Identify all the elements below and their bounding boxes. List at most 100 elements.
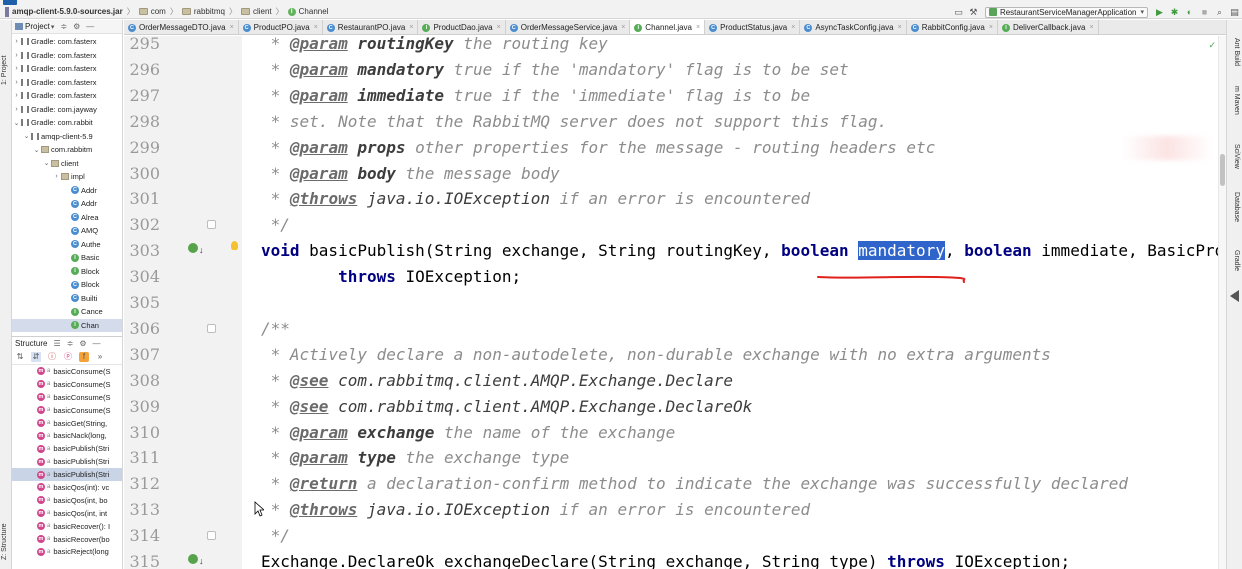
tree-item[interactable]: › impl — [12, 170, 122, 184]
tree-item[interactable]: C Block — [12, 278, 122, 292]
tree-item[interactable]: ⌄ com.rabbitm — [12, 143, 122, 157]
tool-tab-maven[interactable]: m Maven — [1230, 86, 1240, 115]
structure-item[interactable]: m a basicPublish(Stri — [12, 468, 122, 482]
editor-scrollbar[interactable] — [1218, 36, 1226, 569]
code-text[interactable]: * @param mandatory true if the 'mandator… — [261, 57, 849, 83]
tree-item[interactable]: C AMQ — [12, 224, 122, 238]
code-text[interactable]: * @throws java.io.IOException if an erro… — [261, 497, 810, 523]
tree-item[interactable]: › Gradle: com.fasterx — [12, 49, 122, 63]
tree-item[interactable]: ⌄ amqp-client-5.9 — [12, 130, 122, 144]
close-icon[interactable]: × — [1089, 24, 1093, 31]
close-icon[interactable]: × — [409, 24, 413, 31]
tree-item[interactable]: I Cance — [12, 305, 122, 319]
breadcrumb-item-package[interactable]: rabbitmq — [181, 7, 225, 16]
breadcrumb-item-package[interactable]: com — [138, 7, 166, 16]
expand-arrow-icon[interactable]: ⌄ — [42, 159, 51, 167]
code-text[interactable]: */ — [261, 212, 290, 238]
build-hammer-icon[interactable]: ⚒ — [967, 6, 980, 18]
code-text[interactable]: throws IOException; — [261, 264, 521, 290]
editor-tab[interactable]: I DeliverCallback.java × — [998, 20, 1099, 34]
sort-alphabetically-icon[interactable]: ⇵ — [31, 351, 41, 362]
tool-tab-ant-build[interactable]: Ant Build — [1230, 38, 1240, 66]
tree-item[interactable]: C Addr — [12, 197, 122, 211]
structure-item[interactable]: m a basicGet(String, — [12, 417, 122, 430]
structure-item[interactable]: m a basicQos(int, int — [12, 507, 122, 520]
tree-item[interactable]: C Alrea — [12, 211, 122, 225]
layout-icon[interactable]: ▭ — [952, 6, 965, 18]
code-text[interactable]: * @param type the exchange type — [261, 445, 570, 471]
close-icon[interactable]: × — [989, 24, 993, 31]
structure-item[interactable]: m a basicReject(long — [12, 545, 122, 558]
structure-item[interactable]: m a basicConsume(S — [12, 365, 122, 378]
tree-item[interactable]: › Gradle: com.fasterx — [12, 62, 122, 76]
sort-icon[interactable]: ☰ — [53, 339, 60, 348]
code-text[interactable]: * Actively declare a non-autodelete, non… — [261, 342, 1051, 368]
expand-arrow-icon[interactable]: › — [12, 106, 21, 113]
expand-arrow-icon[interactable]: › — [12, 38, 21, 45]
code-text[interactable]: Exchange.DeclareOk exchangeDeclare(Strin… — [261, 549, 1070, 569]
close-icon[interactable]: × — [621, 24, 625, 31]
tree-item[interactable]: › Gradle: com.fasterx — [12, 76, 122, 90]
editor-tab[interactable]: C ProductStatus.java × — [705, 20, 801, 34]
expand-arrow-icon[interactable]: › — [12, 79, 21, 86]
structure-item[interactable]: m a basicNack(long, — [12, 429, 122, 442]
editor-tab[interactable]: I Channel.java × — [630, 20, 706, 34]
tree-item[interactable]: I Chan — [12, 318, 122, 332]
tool-tab-favorites[interactable]: orites — [1, 560, 11, 569]
hide-panel-icon[interactable]: — — [86, 22, 94, 31]
implementation-arrow-icon[interactable]: ↓ — [199, 557, 204, 566]
event-log-icon[interactable]: ▤ — [1228, 6, 1241, 18]
gear-icon[interactable]: ⚙ — [79, 339, 86, 348]
code-text[interactable]: /** — [261, 316, 290, 342]
sort-by-visibility-icon[interactable]: ⇅ — [15, 352, 25, 362]
tool-tab-sciview[interactable]: SciView — [1230, 144, 1240, 169]
structure-item[interactable]: m a basicConsume(S — [12, 404, 122, 417]
expand-arrow-icon[interactable]: ⌄ — [32, 146, 41, 154]
tool-tab-database[interactable]: Database — [1230, 192, 1240, 222]
show-inherited-icon[interactable]: ⓘ — [47, 352, 57, 362]
structure-item[interactable]: m a basicConsume(S — [12, 378, 122, 391]
implemented-method-icon[interactable] — [188, 243, 198, 253]
tree-item[interactable]: › Gradle: com.fasterx — [12, 35, 122, 49]
code-text[interactable]: void basicPublish(String exchange, Strin… — [261, 238, 1226, 264]
gear-icon[interactable]: ⚙ — [73, 22, 80, 31]
expand-arrow-icon[interactable]: › — [52, 173, 61, 180]
structure-item[interactable]: m a basicPublish(Stri — [12, 442, 122, 455]
code-text[interactable]: */ — [261, 523, 290, 549]
more-icon[interactable]: » — [95, 352, 105, 362]
close-icon[interactable]: × — [791, 24, 795, 31]
close-icon[interactable]: × — [696, 24, 700, 31]
expand-arrow-icon[interactable]: › — [12, 65, 21, 72]
code-text[interactable]: * @throws java.io.IOException if an erro… — [261, 186, 810, 212]
close-icon[interactable]: × — [497, 24, 501, 31]
code-text[interactable]: * @param immediate true if the 'immediat… — [261, 83, 810, 109]
search-icon[interactable]: ⌕ — [1213, 6, 1226, 18]
expand-arrow-icon[interactable]: ⌄ — [12, 119, 21, 127]
code-text[interactable]: * @return a declaration-confirm method t… — [261, 471, 1128, 497]
collapse-all-icon[interactable]: ≑ — [60, 22, 67, 31]
editor-tab[interactable]: C OrderMessageDTO.java × — [124, 20, 239, 34]
structure-item[interactable]: m a basicRecover(): I — [12, 520, 122, 533]
hide-panel-icon[interactable]: — — [93, 339, 101, 348]
implemented-method-icon[interactable] — [188, 554, 198, 564]
tree-item[interactable]: ⌄ client — [12, 157, 122, 171]
tool-tab-project[interactable]: 1: Project — [1, 30, 11, 85]
tree-item[interactable]: ⌄ Gradle: com.rabbit — [12, 116, 122, 130]
fold-toggle-icon[interactable] — [207, 220, 216, 230]
code-text[interactable]: * @param props other properties for the … — [261, 135, 936, 161]
fold-toggle-icon[interactable] — [207, 323, 216, 333]
tree-item[interactable]: I Basic — [12, 251, 122, 265]
tree-item[interactable]: C Builti — [12, 292, 122, 306]
show-properties-icon[interactable]: ⓟ — [63, 352, 73, 362]
code-editor[interactable]: 295 * @param routingKey the routing key 2… — [124, 36, 1226, 569]
breadcrumb-item-package[interactable]: client — [240, 7, 272, 16]
project-view-select[interactable]: Project — [25, 22, 50, 31]
structure-item[interactable]: m a basicQos(int): vc — [12, 481, 122, 494]
code-text[interactable]: * @param body the message body — [261, 161, 560, 187]
tree-item[interactable]: I Block — [12, 265, 122, 279]
tree-item[interactable]: › Gradle: com.jayway — [12, 103, 122, 117]
run-configuration-select[interactable]: RestaurantServiceManagerApplication ▾ — [984, 6, 1148, 18]
tree-item[interactable]: › Gradle: com.fasterx — [12, 89, 122, 103]
close-icon[interactable]: × — [230, 24, 234, 31]
debug-icon[interactable]: ✱ — [1168, 6, 1181, 18]
